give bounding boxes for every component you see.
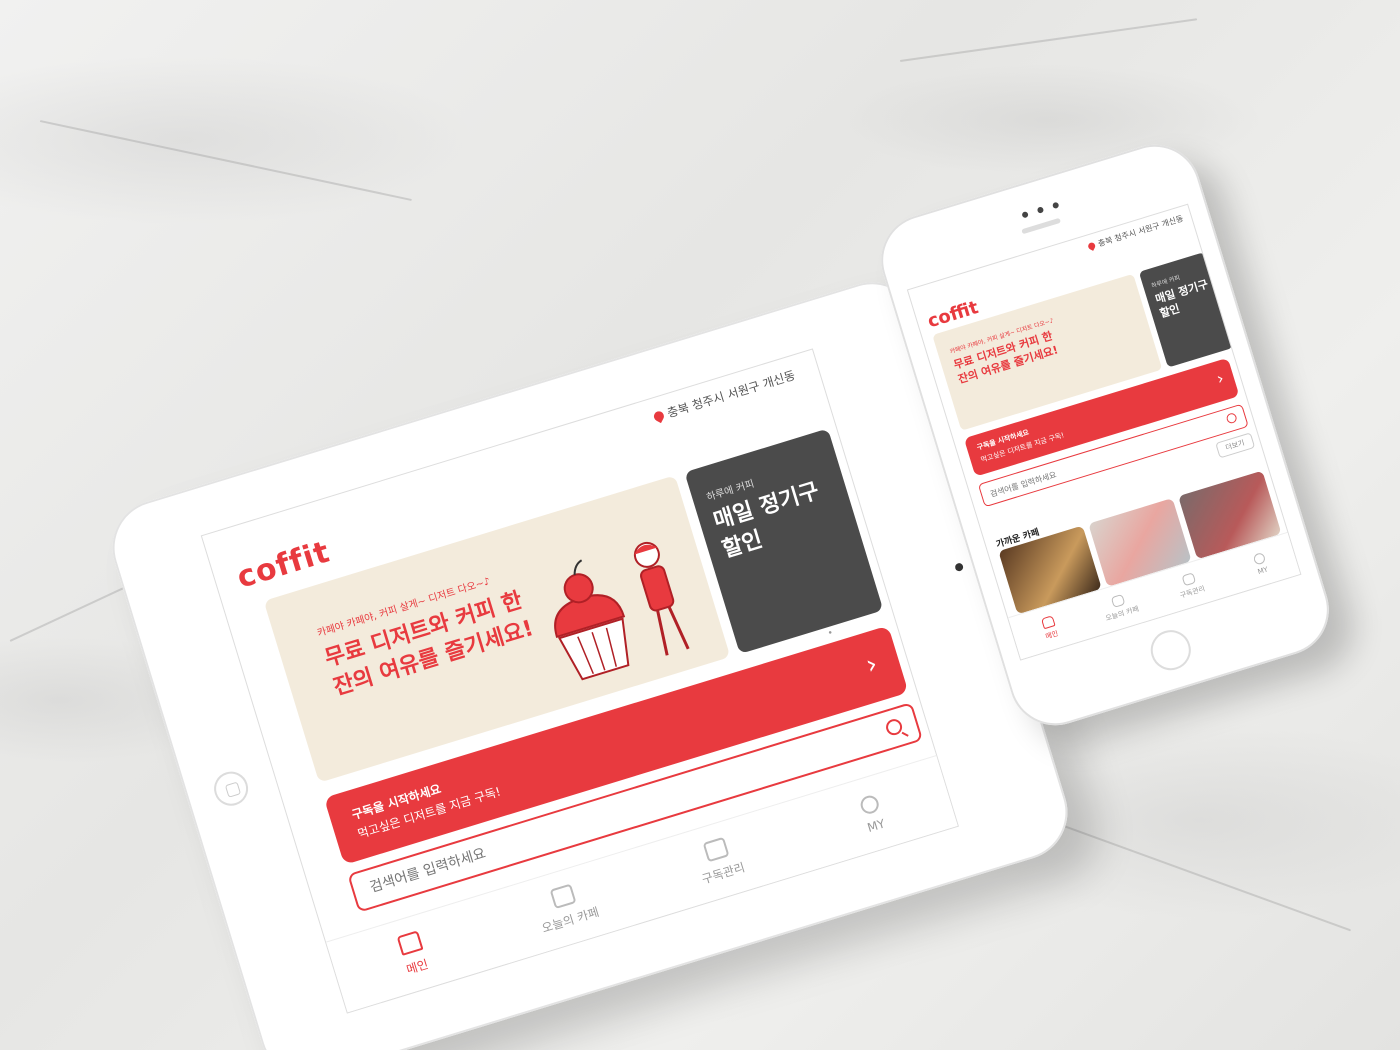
person-icon (1252, 551, 1266, 566)
tablet-home-button[interactable] (209, 767, 253, 810)
marble-vein (1049, 820, 1352, 932)
cafe-icon (549, 883, 577, 910)
home-icon (396, 930, 424, 956)
marble-vein (39, 120, 412, 201)
location-pin-icon (1087, 241, 1097, 251)
search-icon[interactable] (884, 717, 905, 738)
phone-home-button[interactable] (1145, 625, 1196, 676)
tab-label: 구독관리 (1178, 584, 1206, 600)
tab-label: 오늘의 카페 (540, 904, 601, 936)
tab-label: 오늘의 카페 (1104, 604, 1140, 623)
tab-label: MY (865, 815, 887, 835)
tablet-camera (954, 562, 965, 573)
location-text: 충북 청주시 서원구 개신동 (1096, 213, 1185, 249)
cafe-icon (1110, 593, 1126, 608)
location-pin-icon (652, 409, 666, 423)
phone-sensors (1021, 201, 1060, 219)
location-indicator[interactable]: 충북 청주시 서원구 개신동 (652, 366, 797, 425)
tab-label: 메인 (1044, 629, 1060, 641)
search-icon[interactable] (1225, 412, 1238, 425)
location-text: 충북 청주시 서원구 개신동 (665, 368, 797, 421)
location-indicator[interactable]: 충북 청주시 서원구 개신동 (1087, 213, 1185, 252)
tab-label: MY (1256, 564, 1269, 576)
marble-vein (899, 18, 1198, 62)
tab-main[interactable]: 메인 (326, 896, 500, 1013)
tab-label: 메인 (404, 957, 430, 977)
home-icon (1040, 614, 1056, 629)
banner-pagination: • (826, 628, 835, 640)
stamp-icon (1181, 571, 1196, 586)
more-button[interactable]: 더보기 (1214, 432, 1256, 459)
stamp-icon (702, 836, 730, 863)
phone-speaker (1021, 217, 1061, 235)
chevron-right-icon: › (862, 649, 882, 681)
cupcake-illustration (554, 541, 690, 681)
chevron-right-icon: › (1214, 368, 1227, 389)
tab-label: 구독관리 (700, 860, 747, 887)
person-icon (858, 792, 881, 816)
